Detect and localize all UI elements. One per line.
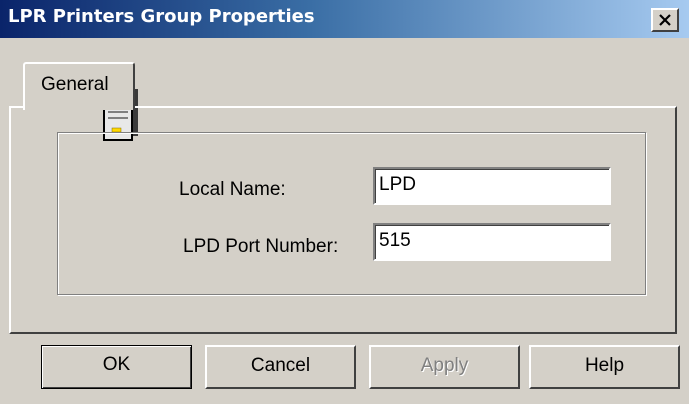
tab-general-label: General (41, 74, 109, 95)
apply-button[interactable]: Apply (369, 345, 520, 389)
general-tab-page (9, 106, 677, 334)
close-button[interactable] (651, 8, 679, 32)
title-bar[interactable]: LPR Printers Group Properties (0, 0, 689, 38)
help-button[interactable]: Help (529, 345, 680, 389)
ok-button[interactable]: OK (41, 345, 192, 389)
window-title: LPR Printers Group Properties (8, 6, 315, 27)
close-icon (659, 14, 671, 26)
tab-general[interactable]: General (23, 62, 135, 110)
cancel-button[interactable]: Cancel (205, 345, 356, 389)
settings-group-box (57, 132, 646, 295)
properties-dialog: LPR Printers Group Properties General Lo… (0, 0, 689, 404)
